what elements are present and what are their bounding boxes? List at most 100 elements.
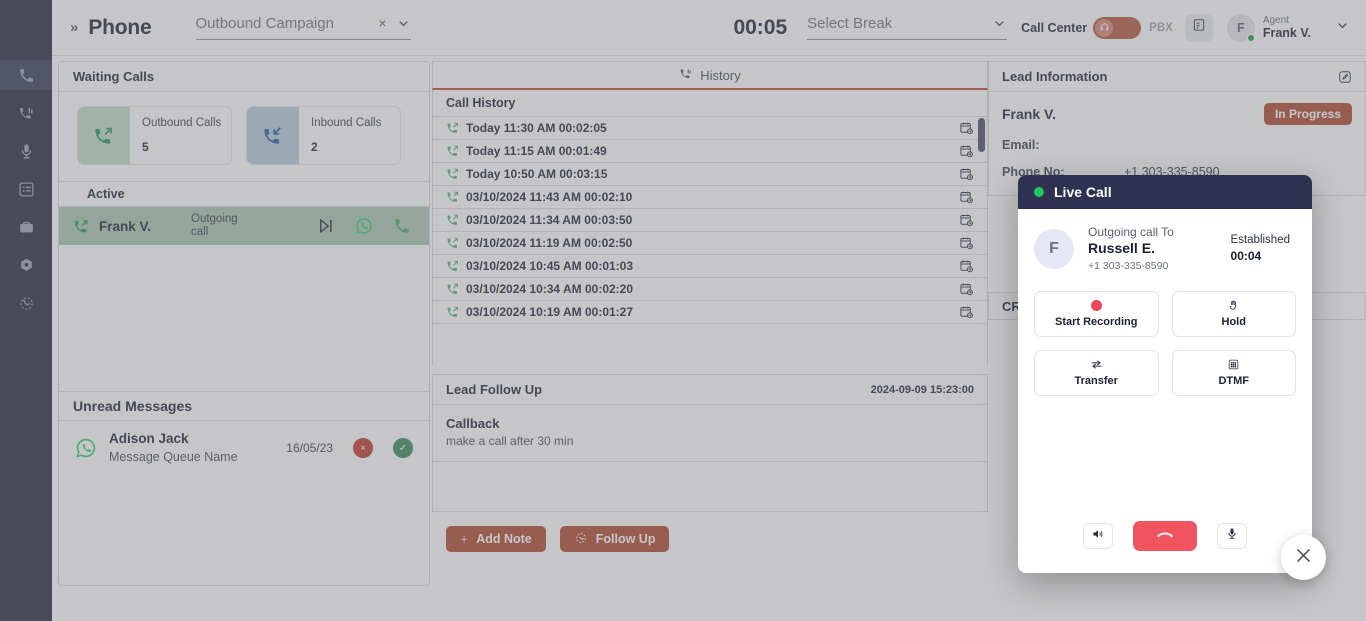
- outgoing-call-icon: [446, 167, 466, 181]
- rail-item-call-history[interactable]: [0, 288, 52, 318]
- table-row[interactable]: 03/10/2024 10:34 AM 00:02:20: [433, 277, 987, 300]
- mute-button[interactable]: [1217, 523, 1247, 549]
- lead-follow-up-panel: Lead Follow Up 2024-09-09 15:23:00 Callb…: [432, 374, 988, 512]
- table-row[interactable]: 03/10/2024 11:43 AM 00:02:10: [433, 185, 987, 208]
- whatsapp-icon[interactable]: [355, 217, 373, 235]
- lead-name-row: Frank V. In Progress: [1002, 103, 1352, 125]
- campaign-input[interactable]: [195, 15, 368, 32]
- active-call-name: Frank V.: [99, 218, 152, 234]
- rail-item-phone[interactable]: [0, 60, 52, 90]
- campaign-selector[interactable]: ×: [195, 15, 411, 40]
- lead-name: Frank V.: [1002, 106, 1056, 122]
- outgoing-call-icon: [446, 190, 466, 204]
- speaker-button[interactable]: [1083, 523, 1113, 549]
- follow-up-item[interactable]: Callback make a call after 30 min: [433, 405, 987, 462]
- live-call-info: Outgoing call To Russell E. +1 303-335-8…: [1088, 225, 1174, 273]
- hangup-button[interactable]: [1133, 521, 1197, 551]
- notes-panel-button[interactable]: [1184, 13, 1213, 42]
- outgoing-call-icon: [446, 282, 466, 296]
- table-row[interactable]: Today 11:15 AM 00:01:49: [433, 139, 987, 162]
- schedule-callback-icon[interactable]: [959, 213, 974, 228]
- break-selector[interactable]: [807, 15, 1008, 40]
- schedule-callback-icon[interactable]: [959, 305, 974, 320]
- schedule-callback-icon[interactable]: [959, 167, 974, 182]
- lead-field-email: Email:: [1002, 138, 1352, 152]
- edit-pencil-icon[interactable]: [1338, 70, 1352, 84]
- call-history-entry: 03/10/2024 11:19 AM 00:02:50: [466, 236, 633, 250]
- hand-hold-icon: [1227, 299, 1240, 312]
- chevron-down-icon[interactable]: [396, 16, 411, 36]
- tab-history[interactable]: History: [432, 61, 988, 90]
- live-call-header: Live Call: [1018, 175, 1312, 209]
- agent-avatar-wrap[interactable]: F: [1226, 13, 1255, 42]
- live-call-number: +1 303-335-8590: [1088, 259, 1169, 272]
- table-row[interactable]: 03/10/2024 10:45 AM 00:01:03: [433, 254, 987, 277]
- presence-dot: [1246, 33, 1255, 42]
- follow-up-empty-area: [433, 462, 987, 511]
- schedule-callback-icon[interactable]: [959, 236, 974, 251]
- agent-name: Frank V.: [1262, 26, 1311, 41]
- rail-item-briefcase[interactable]: [0, 212, 52, 242]
- lead-information-header: Lead Information: [989, 62, 1365, 92]
- waiting-calls-header: Waiting Calls: [59, 62, 429, 92]
- call-center-pbx-toggle[interactable]: [1093, 16, 1142, 39]
- outgoing-call-icon: [446, 236, 466, 250]
- inbound-calls-card[interactable]: Inbound Calls 2: [246, 106, 401, 165]
- phone-icon[interactable]: [393, 217, 411, 235]
- break-input[interactable]: [807, 15, 973, 32]
- schedule-callback-icon[interactable]: [959, 144, 974, 159]
- avatar: F: [1034, 228, 1074, 269]
- table-row[interactable]: 03/10/2024 11:19 AM 00:02:50: [433, 231, 987, 254]
- notes-icon: [1192, 18, 1206, 37]
- accept-message-button[interactable]: ✓: [393, 438, 413, 458]
- call-history-scrollbar[interactable]: [978, 118, 985, 152]
- agent-menu-chevron-down-icon[interactable]: [1335, 18, 1350, 38]
- schedule-callback-icon[interactable]: [959, 282, 974, 297]
- middle-column: History Call History Today 11:30 AM 00:0…: [432, 61, 988, 586]
- hold-button[interactable]: Hold: [1171, 290, 1296, 337]
- table-row[interactable]: Today 11:30 AM 00:02:05: [433, 116, 987, 139]
- add-note-button[interactable]: + Add Note: [446, 526, 546, 552]
- transfer-arrows-icon: [1090, 358, 1103, 371]
- follow-up-button[interactable]: Follow Up: [559, 526, 670, 552]
- campaign-clear-icon[interactable]: ×: [378, 15, 386, 31]
- dtmf-button[interactable]: DTMF: [1171, 349, 1296, 396]
- rail-item-tasks[interactable]: [0, 174, 52, 204]
- rail-item-call-log[interactable]: [0, 98, 52, 128]
- outbound-calls-card[interactable]: Outbound Calls 5: [77, 106, 232, 165]
- rail-item-microphone[interactable]: [0, 136, 52, 166]
- unread-message-row[interactable]: Adison Jack Message Queue Name 16/05/23 …: [59, 421, 429, 475]
- close-live-call-button[interactable]: [1281, 535, 1326, 580]
- outgoing-call-icon: [446, 144, 466, 158]
- rail-item-settings[interactable]: [0, 250, 52, 280]
- phone-history-icon: [679, 67, 693, 84]
- chevron-down-icon[interactable]: [992, 16, 1007, 36]
- phone-icon: [18, 67, 35, 84]
- start-recording-button[interactable]: Start Recording: [1034, 290, 1159, 337]
- call-history-entry: 03/10/2024 11:43 AM 00:02:10: [466, 190, 633, 204]
- table-row[interactable]: 03/10/2024 10:19 AM 00:01:27: [433, 300, 987, 323]
- live-call-direction: Outgoing call To: [1088, 225, 1174, 239]
- schedule-callback-icon[interactable]: [959, 190, 974, 205]
- outgoing-call-icon: [73, 218, 99, 235]
- agent-block: Agent Frank V.: [1263, 15, 1311, 41]
- live-call-duration: 00:04: [1230, 249, 1262, 264]
- schedule-callback-icon[interactable]: [959, 259, 974, 274]
- unread-message-text: Adison Jack Message Queue Name: [109, 430, 238, 465]
- left-rail: [0, 0, 52, 621]
- schedule-callback-icon[interactable]: [959, 121, 974, 136]
- transfer-label: Transfer: [1074, 375, 1118, 388]
- session-timer: 00:05: [733, 15, 788, 39]
- record-dot-icon: [1090, 299, 1102, 312]
- active-section-header: Active: [59, 181, 429, 207]
- call-history-empty-space: [433, 323, 987, 366]
- incoming-call-icon: [247, 107, 299, 164]
- active-call-row[interactable]: Frank V. Outgoing call: [59, 207, 429, 245]
- table-row[interactable]: 03/10/2024 11:34 AM 00:03:50: [433, 208, 987, 231]
- play-next-icon[interactable]: [317, 217, 335, 235]
- plus-icon: +: [460, 531, 469, 547]
- transfer-button[interactable]: Transfer: [1034, 349, 1159, 396]
- table-row[interactable]: Today 10:50 AM 00:03:15: [433, 162, 987, 185]
- middle-column-spacer: [432, 366, 988, 374]
- reject-message-button[interactable]: ×: [353, 438, 373, 458]
